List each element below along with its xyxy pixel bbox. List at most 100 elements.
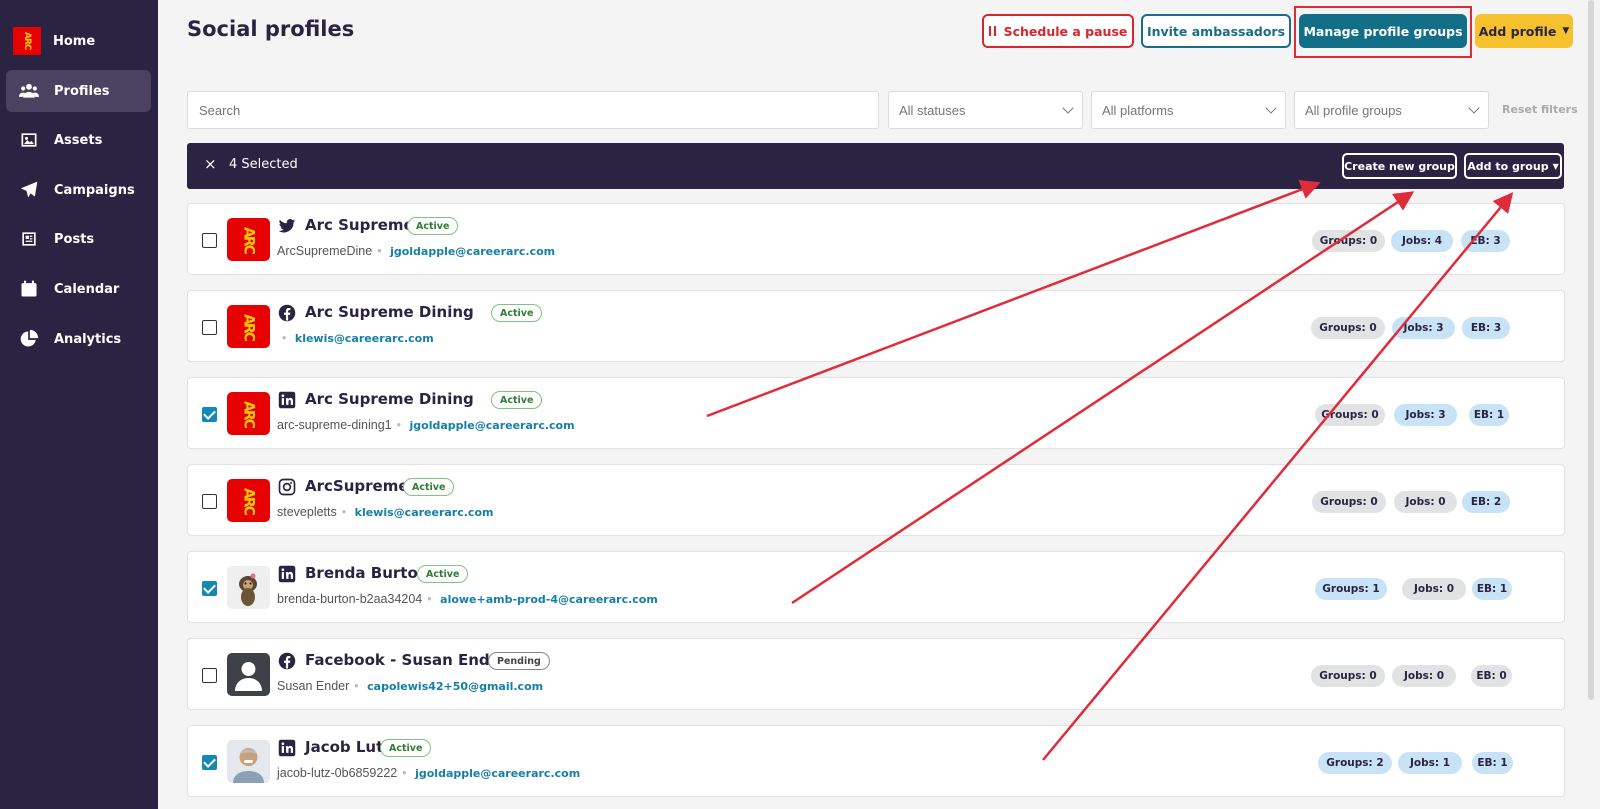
jobs-count-pill[interactable]: Jobs: 4 xyxy=(1391,230,1453,252)
profile-details: • klewis@careerarc.com xyxy=(277,331,434,345)
eb-count-pill[interactable]: EB: 2 xyxy=(1462,491,1510,513)
avatar: ARC xyxy=(227,218,270,261)
row-checkbox[interactable] xyxy=(202,494,217,509)
eb-count-pill[interactable]: EB: 1 xyxy=(1469,404,1509,426)
row-checkbox[interactable] xyxy=(202,320,217,335)
users-icon xyxy=(18,80,40,102)
chevron-down-icon xyxy=(1265,102,1277,114)
jobs-count-pill[interactable]: Jobs: 0 xyxy=(1402,578,1466,600)
manage-profile-groups-button[interactable]: Manage profile groups xyxy=(1299,14,1467,48)
sidebar-item-label: Calendar xyxy=(54,281,120,297)
twitter-icon xyxy=(278,217,296,235)
profile-name[interactable]: ArcSupreme xyxy=(305,477,409,495)
sidebar-item-calendar[interactable]: Calendar xyxy=(6,268,151,310)
profile-handle: Susan Ender xyxy=(277,679,350,693)
groups-count-pill[interactable]: Groups: 0 xyxy=(1311,665,1385,687)
table-row[interactable]: Facebook - Susan Ender Pending Susan End… xyxy=(187,638,1565,710)
eb-count-pill[interactable]: EB: 1 xyxy=(1472,752,1513,774)
page-title: Social profiles xyxy=(187,17,355,41)
eb-count-pill[interactable]: EB: 3 xyxy=(1461,230,1510,252)
profile-handle: stevepletts xyxy=(277,505,337,519)
table-row[interactable]: ARC Arc Supreme Dining Active • klewis@c… xyxy=(187,290,1565,362)
profile-details: ArcSupremeDine • jgoldapple@careerarc.com xyxy=(277,244,555,258)
groups-count-pill[interactable]: Groups: 0 xyxy=(1315,404,1385,426)
sidebar-item-posts[interactable]: Posts xyxy=(6,218,151,260)
separator-dot: • xyxy=(377,244,382,258)
profile-name[interactable]: Arc Supreme xyxy=(305,216,414,234)
profile-email-link[interactable]: jgoldapple@careerarc.com xyxy=(390,245,555,258)
profile-name[interactable]: Arc Supreme Dining xyxy=(305,390,474,408)
row-checkbox[interactable] xyxy=(202,407,217,422)
linkedin-icon xyxy=(278,565,296,583)
schedule-pause-button[interactable]: Schedule a pause xyxy=(982,14,1134,48)
invite-ambassadors-button[interactable]: Invite ambassadors xyxy=(1141,14,1291,48)
profile-email-link[interactable]: capolewis42+50@gmail.com xyxy=(367,680,543,693)
sidebar-item-label: Assets xyxy=(54,132,103,148)
profile-name[interactable]: Brenda Burton xyxy=(305,564,428,582)
profile-email-link[interactable]: jgoldapple@careerarc.com xyxy=(415,767,580,780)
profile-name[interactable]: Jacob Lutz xyxy=(305,738,392,756)
groups-count-pill[interactable]: Groups: 0 xyxy=(1312,491,1386,513)
sidebar-item-label: Campaigns xyxy=(54,182,135,198)
newspaper-icon xyxy=(18,228,40,250)
selected-count: 4 Selected xyxy=(229,157,298,172)
avatar xyxy=(227,566,270,609)
status-badge: Active xyxy=(403,478,455,496)
row-checkbox[interactable] xyxy=(202,581,217,596)
table-row[interactable]: Brenda Burton Active brenda-burton-b2aa3… xyxy=(187,551,1565,623)
jobs-count-pill[interactable]: Jobs: 1 xyxy=(1398,752,1462,774)
profile-name[interactable]: Arc Supreme Dining xyxy=(305,303,474,321)
add-profile-button[interactable]: Add profile ▼ xyxy=(1475,14,1573,48)
create-new-group-button[interactable]: Create new group xyxy=(1342,153,1457,179)
sidebar-item-analytics[interactable]: Analytics xyxy=(6,318,151,360)
row-checkbox[interactable] xyxy=(202,233,217,248)
eb-count-pill[interactable]: EB: 3 xyxy=(1462,317,1510,339)
profile-handle: brenda-burton-b2aa34204 xyxy=(277,592,423,606)
jobs-count-pill[interactable]: Jobs: 3 xyxy=(1392,317,1455,339)
table-row[interactable]: Jacob Lutz Active jacob-lutz-0b6859222 • … xyxy=(187,725,1565,797)
add-to-group-button[interactable]: Add to group ▼ xyxy=(1464,153,1562,179)
status-filter-select[interactable]: All statuses xyxy=(888,91,1083,129)
separator-dot: • xyxy=(427,592,432,606)
group-filter-select[interactable]: All profile groups xyxy=(1294,91,1489,129)
chevron-down-icon xyxy=(1468,102,1480,114)
caret-down-icon: ▼ xyxy=(1562,26,1570,36)
table-row[interactable]: ARC Arc Supreme Dining Active arc-suprem… xyxy=(187,377,1565,449)
groups-count-pill[interactable]: Groups: 0 xyxy=(1311,317,1385,339)
profile-name[interactable]: Facebook - Susan Ender xyxy=(305,651,507,669)
eb-count-pill[interactable]: EB: 0 xyxy=(1471,665,1512,687)
calendar-icon xyxy=(18,278,40,300)
jobs-count-pill[interactable]: Jobs: 3 xyxy=(1394,404,1457,426)
jobs-count-pill[interactable]: Jobs: 0 xyxy=(1394,491,1457,513)
sidebar-item-assets[interactable]: Assets xyxy=(6,119,151,161)
search-input[interactable] xyxy=(187,91,879,129)
row-checkbox[interactable] xyxy=(202,668,217,683)
profile-details: stevepletts • klewis@careerarc.com xyxy=(277,505,493,519)
facebook-icon xyxy=(278,304,296,322)
sidebar-item-campaigns[interactable]: Campaigns xyxy=(6,169,151,211)
profile-email-link[interactable]: alowe+amb-prod-4@careerarc.com xyxy=(440,593,658,606)
close-icon[interactable]: × xyxy=(204,155,217,173)
separator-dot: • xyxy=(354,679,359,693)
caret-down-icon: ▼ xyxy=(1552,161,1559,171)
status-badge: Active xyxy=(407,217,459,235)
separator-dot: • xyxy=(282,331,287,345)
scrollbar[interactable] xyxy=(1588,0,1594,700)
row-checkbox[interactable] xyxy=(202,755,217,770)
profile-email-link[interactable]: klewis@careerarc.com xyxy=(295,332,434,345)
sidebar-item-profiles[interactable]: Profiles xyxy=(6,70,151,112)
profile-email-link[interactable]: klewis@careerarc.com xyxy=(355,506,494,519)
platform-filter-select[interactable]: All platforms xyxy=(1091,91,1286,129)
eb-count-pill[interactable]: EB: 1 xyxy=(1472,578,1512,600)
jobs-count-pill[interactable]: Jobs: 0 xyxy=(1392,665,1456,687)
linkedin-icon xyxy=(278,739,296,757)
groups-count-pill[interactable]: Groups: 2 xyxy=(1318,752,1392,774)
facebook-icon xyxy=(278,652,296,670)
sidebar-item-home[interactable]: ARC Home xyxy=(6,20,151,62)
table-row[interactable]: ARC Arc Supreme Active ArcSupremeDine • j… xyxy=(187,203,1565,275)
table-row[interactable]: ARC ArcSupreme Active stevepletts • klewi… xyxy=(187,464,1565,536)
reset-filters-link[interactable]: Reset filters xyxy=(1502,103,1578,116)
groups-count-pill[interactable]: Groups: 0 xyxy=(1312,230,1385,252)
groups-count-pill[interactable]: Groups: 1 xyxy=(1315,578,1387,600)
profile-email-link[interactable]: jgoldapple@careerarc.com xyxy=(410,419,575,432)
